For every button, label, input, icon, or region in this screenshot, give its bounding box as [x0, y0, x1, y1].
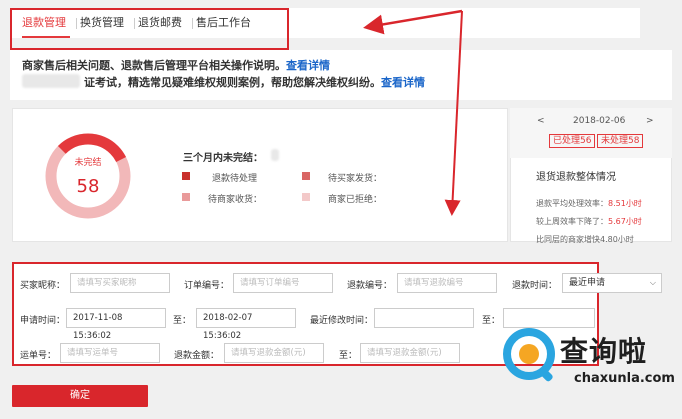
watermark-url: chaxunla.com: [574, 371, 675, 386]
annotation-arrow-to-form: [444, 10, 463, 216]
annotation-arrow-to-tabs: [363, 9, 463, 35]
magnifier-logo-icon: [503, 328, 555, 382]
watermark-brand: 查询啦: [560, 335, 648, 368]
